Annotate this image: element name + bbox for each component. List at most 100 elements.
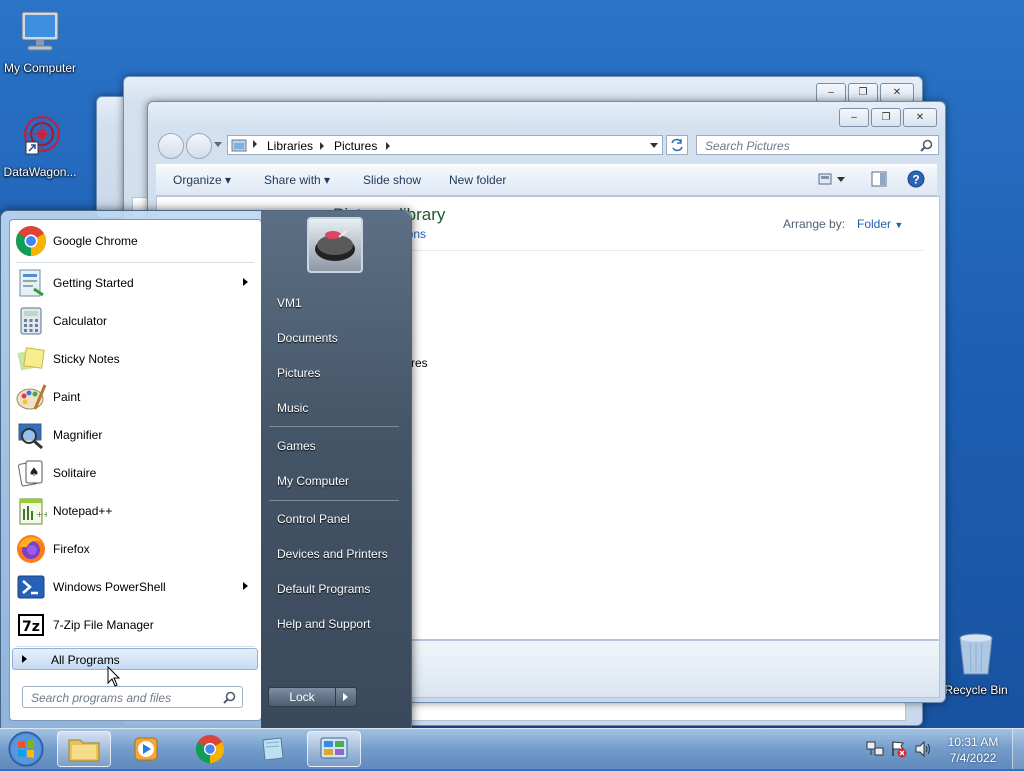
link-pictures[interactable]: Pictures — [277, 366, 320, 380]
link-devices-and-printers[interactable]: Devices and Printers — [277, 547, 388, 561]
breadcrumb-libraries[interactable]: Libraries — [267, 139, 313, 153]
back-button[interactable] — [158, 133, 184, 159]
folder-item[interactable]: res — [411, 356, 428, 370]
program-7zip-file-manager[interactable]: 7z 7-Zip File Manager — [12, 608, 258, 642]
maximize-button[interactable]: ❐ — [848, 83, 878, 102]
change-view-button[interactable] — [818, 171, 846, 190]
taskbar-chrome-button[interactable] — [183, 731, 237, 767]
lock-button[interactable]: Lock — [268, 687, 336, 707]
shutdown-options-button[interactable] — [336, 687, 357, 707]
start-search-input[interactable]: Search programs and files — [22, 686, 243, 708]
link-music[interactable]: Music — [277, 401, 308, 415]
clock-time: 10:31 AM — [947, 735, 999, 749]
address-dropdown-icon[interactable] — [650, 143, 658, 148]
recent-pages-dropdown[interactable] — [214, 142, 222, 147]
all-programs-divider — [16, 646, 254, 647]
taskbar: 10:31 AM 7/4/2022 — [0, 728, 1024, 769]
user-picture[interactable] — [307, 217, 363, 273]
taskbar-media-player-button[interactable] — [119, 731, 173, 767]
help-button[interactable]: ? — [907, 170, 925, 191]
link-default-programs[interactable]: Default Programs — [277, 582, 370, 596]
breadcrumb-separator-icon — [253, 140, 257, 148]
program-label: Getting Started — [53, 276, 134, 290]
action-center-icon[interactable] — [890, 740, 908, 758]
taskbar-control-panel-button[interactable] — [307, 731, 361, 767]
link-documents[interactable]: Documents — [277, 331, 338, 345]
arrange-by-value: Folder — [857, 217, 892, 231]
datawagon-icon — [24, 116, 60, 155]
program-label: Windows PowerShell — [53, 580, 166, 594]
desktop-icon-recycle-bin[interactable]: Recycle Bin — [936, 630, 1016, 697]
firefox-icon — [17, 535, 45, 563]
show-desktop-button[interactable] — [1012, 729, 1024, 769]
start-menu-programs-pane: Google Chrome Getting Started Calculator… — [9, 219, 262, 721]
network-icon[interactable] — [866, 741, 884, 757]
program-sticky-notes[interactable]: Sticky Notes — [12, 342, 258, 376]
help-icon: ? — [907, 170, 925, 188]
pictures-folder-icon — [231, 139, 247, 152]
link-my-computer[interactable]: My Computer — [277, 474, 349, 488]
search-icon — [920, 139, 933, 152]
forward-button[interactable] — [186, 133, 212, 159]
program-notepad-plus-plus[interactable]: ++ Notepad++ — [12, 494, 258, 528]
desktop-icon-my-computer[interactable]: My Computer — [0, 8, 80, 75]
computer-icon — [21, 11, 59, 51]
breadcrumb-pictures[interactable]: Pictures — [334, 139, 377, 153]
getting-started-icon — [19, 269, 44, 297]
maximize-button[interactable]: ❐ — [871, 108, 901, 127]
search-pictures-input[interactable]: Search Pictures — [696, 135, 939, 155]
program-label: Notepad++ — [53, 504, 113, 518]
notepad-icon — [262, 737, 284, 761]
refresh-button[interactable] — [666, 135, 688, 155]
desktop-icon-datawagon[interactable]: DataWagon... — [0, 112, 80, 179]
command-bar: Organize ▾ Share with ▾ Slide show New f… — [156, 164, 937, 196]
lock-label: Lock — [289, 690, 315, 704]
svg-text:?: ? — [912, 173, 919, 187]
control-panel-icon — [320, 737, 348, 759]
powershell-icon — [17, 575, 45, 599]
program-label: Google Chrome — [53, 234, 138, 248]
taskbar-app-button[interactable] — [245, 731, 299, 767]
program-magnifier[interactable]: Magnifier — [12, 418, 258, 452]
program-paint[interactable]: Paint — [12, 380, 258, 414]
desktop-icon-label: My Computer — [3, 61, 77, 75]
organize-button[interactable]: Organize ▾ — [173, 173, 231, 187]
minimize-button[interactable]: – — [816, 83, 846, 102]
link-games[interactable]: Games — [277, 439, 316, 453]
share-with-button[interactable]: Share with ▾ — [264, 173, 330, 187]
close-button[interactable]: ✕ — [903, 108, 937, 127]
program-windows-powershell[interactable]: Windows PowerShell — [12, 570, 258, 604]
minimize-button[interactable]: – — [839, 108, 869, 127]
7zip-icon: 7z — [18, 614, 44, 636]
program-firefox[interactable]: Firefox — [12, 532, 258, 566]
start-button[interactable] — [6, 730, 46, 768]
link-user-vm1[interactable]: VM1 — [277, 296, 302, 310]
slide-show-button[interactable]: Slide show — [363, 173, 421, 187]
close-button[interactable]: ✕ — [880, 83, 914, 102]
svg-text:7z: 7z — [22, 619, 40, 635]
volume-icon[interactable] — [914, 741, 932, 757]
address-bar[interactable]: Libraries Pictures — [227, 135, 663, 155]
start-menu: Google Chrome Getting Started Calculator… — [0, 210, 412, 730]
program-google-chrome[interactable]: Google Chrome — [12, 224, 258, 258]
taskbar-explorer-button[interactable] — [57, 731, 111, 767]
all-programs-arrow-icon — [22, 655, 27, 663]
link-help-and-support[interactable]: Help and Support — [277, 617, 370, 631]
start-search-placeholder: Search programs and files — [31, 691, 172, 705]
clock[interactable]: 10:31 AM 7/4/2022 — [940, 734, 1006, 766]
arrange-by-dropdown[interactable]: Folder ▼ — [857, 217, 903, 231]
link-control-panel[interactable]: Control Panel — [277, 512, 350, 526]
preview-pane-icon — [871, 171, 887, 187]
all-programs-button[interactable]: All Programs — [12, 648, 258, 670]
preview-pane-button[interactable] — [871, 171, 887, 190]
new-folder-button[interactable]: New folder — [449, 173, 506, 187]
program-getting-started[interactable]: Getting Started — [12, 266, 258, 300]
clock-date: 7/4/2022 — [949, 751, 997, 765]
refresh-icon — [671, 138, 683, 152]
svg-text:++: ++ — [36, 510, 47, 519]
submenu-arrow-icon — [243, 582, 248, 590]
user-avatar-icon — [315, 230, 355, 261]
program-calculator[interactable]: Calculator — [12, 304, 258, 338]
sticky-notes-icon — [17, 347, 45, 371]
program-solitaire[interactable]: ♠ Solitaire — [12, 456, 258, 490]
